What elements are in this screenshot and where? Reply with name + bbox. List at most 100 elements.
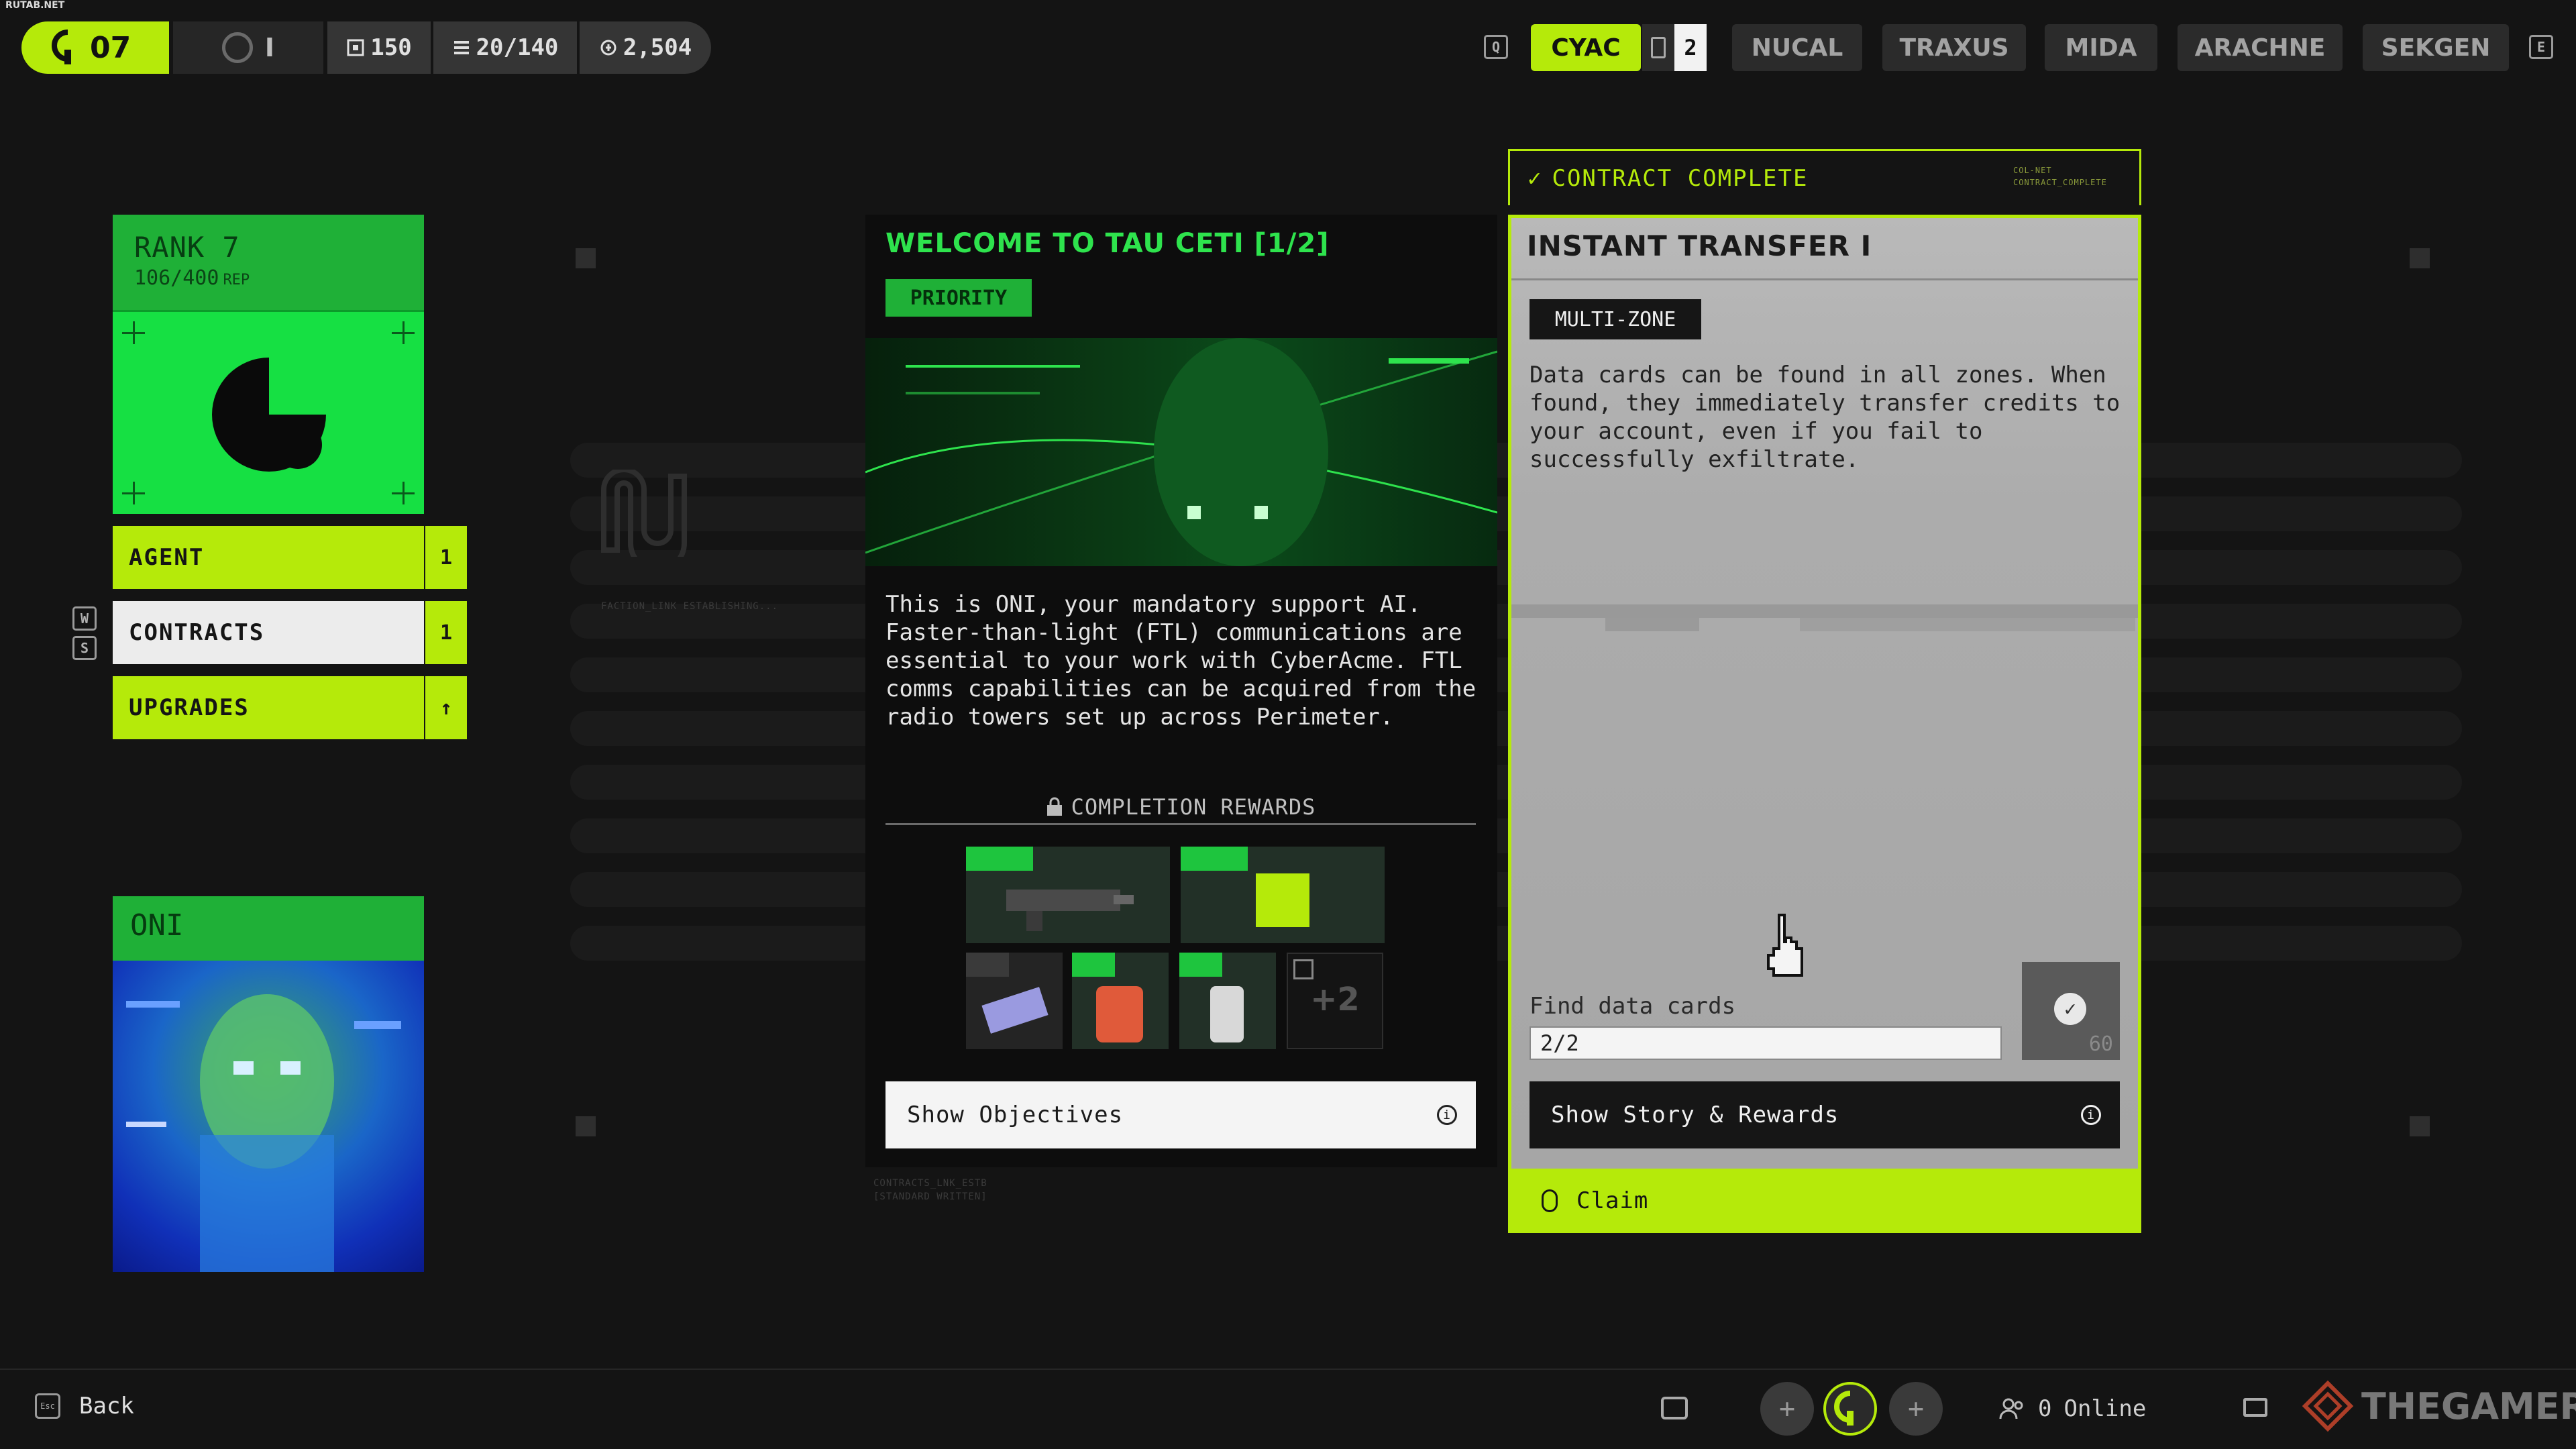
crosshair-icon [122,321,145,344]
stat-pill-3[interactable]: 2,504 [580,21,711,74]
mission-title: WELCOME TO TAU CETI [1/2] [885,228,1330,259]
objective-progress: 2/2 [1540,1030,1579,1056]
mission-priority-tag: PRIORITY [885,279,1032,317]
shield-icon [1181,847,1248,871]
consumable-icon [1072,953,1115,977]
claim-label: Claim [1576,1187,1649,1214]
title-divider [1511,278,2138,280]
squad-slot-left[interactable]: + [1760,1382,1814,1436]
show-story-rewards-button[interactable]: Show Story & Rewards i [1529,1081,2120,1148]
player-level-pill[interactable]: 07 [21,21,169,74]
tier-ring-icon [221,32,253,63]
faction-tab-traxus[interactable]: TRAXUS [1882,24,2026,71]
corner-marker [2410,248,2430,268]
corner-marker [2410,1116,2430,1136]
glitch-band [1800,618,2135,631]
reward-tile-weapon[interactable] [966,847,1170,943]
key-hint-s: S [72,636,97,660]
mail-icon[interactable] [2243,1398,2267,1417]
mission-banner-image [865,338,1497,566]
player-level: 07 [90,30,131,65]
reward-tile-consumable[interactable] [1072,953,1169,1049]
contracts-badge: 1 [425,601,467,664]
chat-icon[interactable] [1661,1397,1688,1419]
stat-pill-2[interactable]: 20/140 [433,21,577,74]
wrench-icon [966,847,1033,871]
reward-tile-card[interactable] [966,953,1063,1049]
player-emblem-icon [1834,1391,1854,1426]
check-icon: ✓ [1527,164,1543,192]
card-cosmetic-icon [981,987,1049,1034]
contracts-link-text: CONTRACTS_LNK_ESTB [873,1178,987,1189]
plus-icon: + [1778,1393,1796,1424]
back-button[interactable]: Esc Back [35,1393,134,1419]
stat-value-3: 2,504 [623,34,692,61]
upgrades-arrow-icon: ↑ [425,676,467,739]
crosshair-icon [392,321,415,344]
objective-label: Find data cards [1529,993,1736,1020]
claim-button[interactable]: Claim [1508,1169,2141,1233]
faction-watermark-icon [601,470,687,557]
menu-label: CONTRACTS [129,619,265,646]
corner-marker [576,248,596,268]
reward-tile-emblem[interactable] [1181,847,1385,943]
contract-zone-tag: MULTI-ZONE [1529,299,1701,339]
cyac-count: 2 [1674,24,1707,71]
reward-tile-more[interactable]: +2 [1287,953,1383,1049]
faction-link-text: FACTION_LINK ESTABLISHING... [601,601,779,612]
faction-tab-mida[interactable]: MIDA [2045,24,2157,71]
faction-label: MIDA [2065,34,2137,62]
menu-item-contracts[interactable]: CONTRACTS [113,601,424,664]
oni-card-header: ONI [113,896,424,961]
orange-item-icon [1096,986,1143,1042]
oni-title: ONI [130,908,184,943]
online-status[interactable]: 0 Online [1999,1395,2146,1422]
agent-badge: 1 [425,526,467,589]
rewards-label: COMPLETION REWARDS [1071,794,1316,820]
contract-complete-banner: ✓ CONTRACT COMPLETE COL-NET CONTRACT_COM… [1508,149,2141,205]
squad-slot-right[interactable]: + [1889,1382,1943,1436]
rank-card-header: RANK 7 106/400 REP [113,215,424,310]
weapon-icon [1006,890,1134,931]
faction-tab-cyac[interactable]: CYAC [1531,24,1641,71]
faction-tab-nucal[interactable]: NUCAL [1732,24,1862,71]
contracts-link-text-2: [STANDARD WRITTEN] [873,1191,987,1202]
reward-tile-canister[interactable] [1179,953,1276,1049]
faction-label: CYAC [1551,34,1621,62]
online-count: 0 [2038,1395,2052,1422]
player-avatar[interactable] [1823,1382,1877,1436]
crosshair-icon [392,482,415,504]
show-objectives-button[interactable]: Show Objectives i [885,1081,1476,1148]
menu-label: AGENT [129,544,205,571]
faction-label: TRAXUS [1899,34,2009,62]
back-label: Back [79,1393,134,1419]
stat-pill-1[interactable]: 150 [327,21,431,74]
faction-label: SEKGEN [2381,34,2491,62]
rank-rep-value: 106/400 [134,266,219,290]
player-tier-pill[interactable]: I [173,21,323,74]
friends-icon [1999,1398,2023,1419]
player-emblem-icon [52,30,71,64]
faction-tab-sekgen[interactable]: SEKGEN [2363,24,2509,71]
objective-reward-value: 60 [2088,1032,2113,1056]
credits-icon [600,40,616,56]
image-icon [966,953,1009,977]
story-rewards-label: Show Story & Rewards [1551,1102,1839,1128]
watermark-text: THEGAMER [2361,1385,2576,1428]
menu-item-agent[interactable]: AGENT [113,526,424,589]
mouse-icon [1542,1189,1558,1212]
objectives-label: Show Objectives [907,1102,1124,1128]
oni-face-icon [126,994,401,1272]
bundle-icon [1293,959,1313,979]
faction-tab-arachne[interactable]: ARACHNE [2178,24,2343,71]
lock-icon [1046,797,1062,816]
key-hint-q: Q [1484,35,1508,59]
menu-item-upgrades[interactable]: UPGRADES [113,676,424,739]
glitch-band [1511,604,2138,618]
publisher-watermark: THEGAMER [2301,1379,2576,1433]
contract-status: CONTRACT COMPLETE [1552,164,1809,192]
hand-cursor-icon [1767,914,1803,977]
extra-rewards-count: +2 [1310,981,1360,1018]
faction-label: ARACHNE [2194,34,2326,62]
rank-faction-logo [113,310,424,514]
